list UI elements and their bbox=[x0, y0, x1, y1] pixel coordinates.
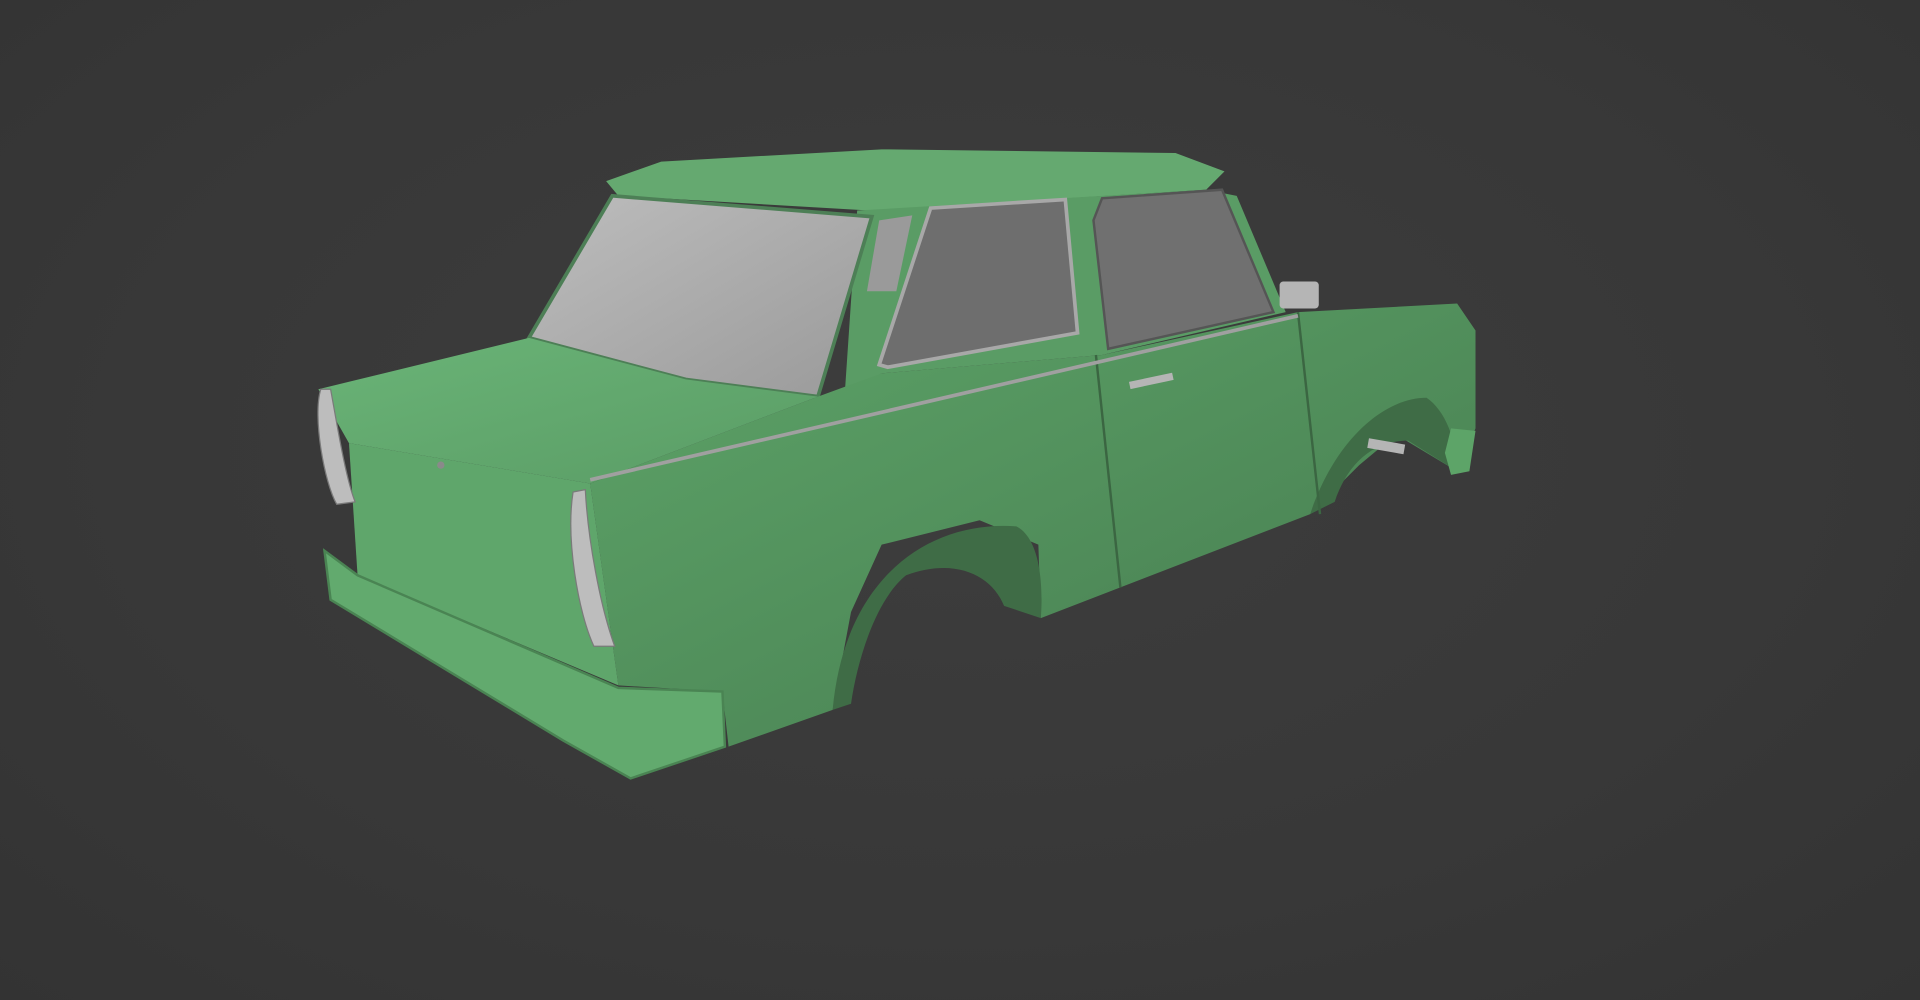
side-mirror bbox=[1279, 281, 1319, 309]
front-bumper bbox=[1444, 428, 1476, 475]
3d-viewport[interactable] bbox=[0, 0, 1920, 1000]
trunk-lock bbox=[437, 461, 445, 469]
car-body-model bbox=[317, 149, 1476, 780]
